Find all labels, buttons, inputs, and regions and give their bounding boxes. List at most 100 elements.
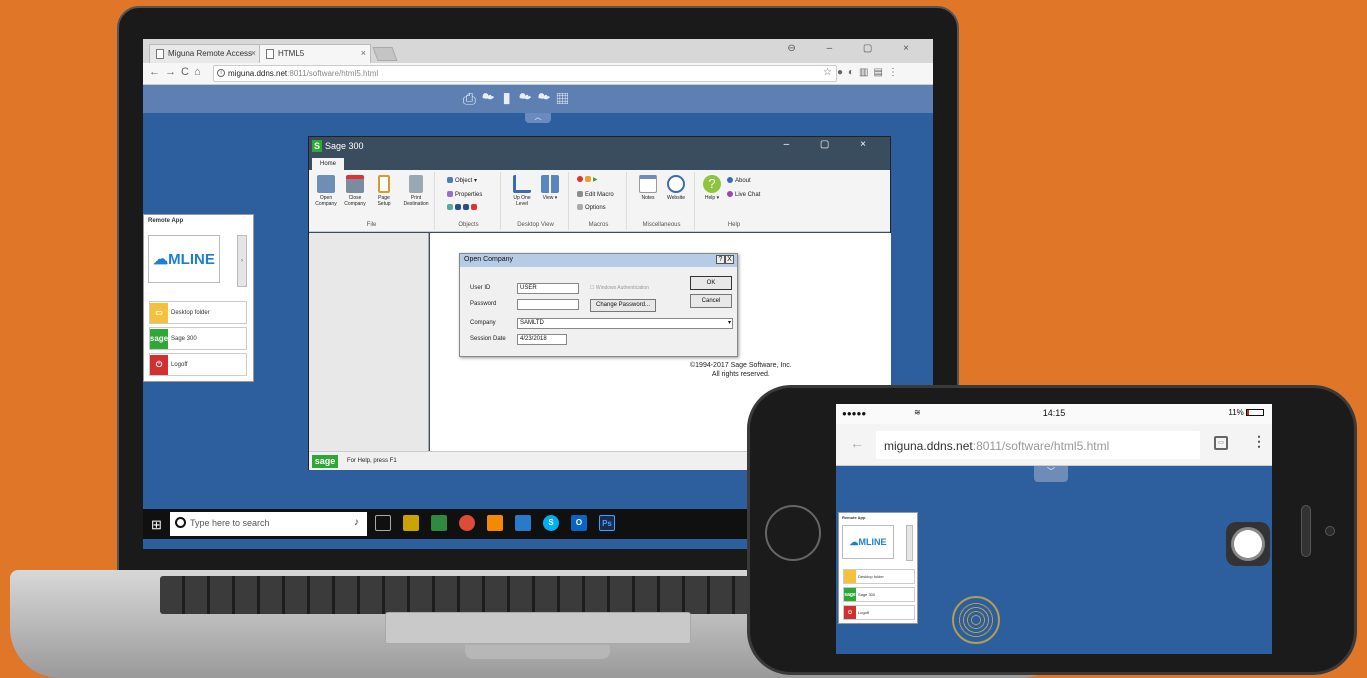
logo-text: MLINE xyxy=(168,250,215,268)
nav-buttons[interactable]: ←→C⌂ xyxy=(149,66,206,78)
battery-indicator: 11% xyxy=(1228,408,1264,417)
mline-logo: ☁ MLINE xyxy=(148,235,220,283)
microphone-icon[interactable]: ♪ xyxy=(354,517,359,528)
object-button[interactable]: Object ▾ xyxy=(447,177,477,184)
menu-dots-icon[interactable]: ⋮ xyxy=(1252,433,1266,450)
remote-app-panel: Remote App ☁ MLINE › ▭ Desktop folder sag… xyxy=(143,214,254,382)
panel-scrollbar[interactable] xyxy=(906,525,913,561)
session-date-field[interactable]: 4/23/2018 xyxy=(517,334,567,345)
view-button[interactable]: View ▾ xyxy=(537,175,563,201)
open-company-button[interactable]: Open Company xyxy=(313,175,339,207)
assistive-touch-button[interactable] xyxy=(1226,522,1270,566)
page-icon xyxy=(156,49,164,59)
sublime-icon[interactable] xyxy=(487,515,503,531)
taskbar-search-input[interactable]: Type here to search ♪ xyxy=(170,512,367,536)
button-label: Close Company xyxy=(344,195,366,207)
ribbon: Open Company Close Company Page Setup Pr… xyxy=(309,170,890,232)
close-company-button[interactable]: Close Company xyxy=(342,175,368,207)
user-id-field[interactable]: USER xyxy=(517,283,579,294)
item-label: Desktop folder xyxy=(171,309,210,316)
back-arrow-icon[interactable]: ← xyxy=(850,435,864,451)
phone-screen: ●●●●● ≋ 14:15 11% ← miguna.ddns.net:8011… xyxy=(836,404,1272,654)
close-icon[interactable]: × xyxy=(251,48,256,58)
company-value: SAMLTD xyxy=(520,320,544,326)
chevron-down-icon[interactable]: ﹀ xyxy=(1034,466,1068,482)
laptop-trackpad xyxy=(385,612,691,644)
vscode-icon[interactable] xyxy=(515,515,531,531)
windows-auth-checkbox[interactable]: ☐ Windows Authentication xyxy=(590,285,649,291)
notes-button[interactable]: Notes xyxy=(635,175,661,201)
chevron-up-icon[interactable]: ︿ xyxy=(525,113,551,123)
help-button[interactable]: ? xyxy=(716,255,725,264)
close-icon[interactable]: × xyxy=(361,48,366,58)
print-destination-button[interactable]: Print Destination xyxy=(400,175,432,207)
mobile-address-bar[interactable]: miguna.ddns.net:8011/software/html5.html xyxy=(876,431,1200,459)
properties-button[interactable]: Properties xyxy=(447,191,482,198)
tab-miguna-remote-access[interactable]: Miguna Remote Access × xyxy=(149,44,261,63)
dialog-titlebar: Open Company ? X xyxy=(460,254,737,267)
address-bar[interactable]: i miguna.ddns.net:8011/software/html5.ht… xyxy=(213,65,837,82)
copyright-notice: ©1994-2017 Sage Software, Inc. All right… xyxy=(690,361,792,379)
chevron-down-icon[interactable]: ▾ xyxy=(728,319,731,326)
help-button[interactable]: ? Help ▾ xyxy=(699,175,725,201)
panel-scrollbar[interactable]: › xyxy=(237,235,247,287)
password-label: Password xyxy=(470,301,497,307)
button-label: Print Destination xyxy=(403,195,429,207)
remote-app-item-logoff[interactable]: ⏻ Logoff xyxy=(843,605,915,620)
windows-start-icon[interactable]: ⊞ xyxy=(151,517,162,533)
remote-app-item-sage-300[interactable]: sage Sage 300 xyxy=(149,327,247,350)
remote-app-item-sage-300[interactable]: sage Sage 300 xyxy=(843,587,915,602)
skype-icon[interactable]: S xyxy=(543,515,559,531)
macro-controls[interactable]: ▶ xyxy=(577,176,598,183)
about-button[interactable]: About xyxy=(727,177,751,184)
remote-app-item-desktop-folder[interactable]: Desktop folder xyxy=(843,569,915,584)
remote-app-item-logoff[interactable]: ⏻ Logoff xyxy=(149,353,247,376)
button-label: Help xyxy=(704,195,716,201)
company-select[interactable]: SAMLTD ▾ xyxy=(517,318,733,329)
button-label: Object xyxy=(455,178,473,184)
outlook-icon[interactable]: O xyxy=(571,515,587,531)
laptop-notch xyxy=(465,645,610,659)
page-setup-button[interactable]: Page Setup xyxy=(371,175,397,207)
info-icon[interactable]: i xyxy=(217,69,225,77)
phone-home-button[interactable] xyxy=(765,505,821,561)
checkbox-label: Windows Authentication xyxy=(595,285,649,291)
close-button[interactable]: X xyxy=(725,255,734,264)
tab-html5[interactable]: HTML5 × xyxy=(259,44,371,63)
sage-window-controls[interactable]: – ▢ × xyxy=(784,139,880,150)
up-one-level-button[interactable]: Up One Level xyxy=(509,175,535,207)
button-label: Live Chat xyxy=(735,192,761,198)
extension-icons[interactable]: ☆●◐▥▤⋮ xyxy=(823,67,903,78)
object-tools[interactable] xyxy=(447,204,479,211)
task-view-icon[interactable] xyxy=(375,515,391,531)
live-chat-button[interactable]: Live Chat xyxy=(727,191,760,198)
page-setup-icon xyxy=(378,175,390,193)
button-label: Notes xyxy=(641,195,655,201)
change-password-button[interactable]: Change Password... xyxy=(590,299,656,312)
remote-app-item-desktop-folder[interactable]: ▭ Desktop folder xyxy=(149,301,247,324)
photoshop-icon[interactable]: Ps xyxy=(599,515,615,531)
ribbon-group-objects: Object ▾ Properties Objects xyxy=(437,172,501,230)
chrome-icon[interactable] xyxy=(459,515,475,531)
item-label: Logoff xyxy=(171,361,188,368)
remote-toolbar-icons[interactable]: ⎙☁▮☁☁▦ xyxy=(463,91,575,109)
window-controls[interactable]: ⊖ – ▢ × xyxy=(787,43,923,54)
password-field[interactable] xyxy=(517,299,579,310)
photos-icon[interactable] xyxy=(431,515,447,531)
cancel-button[interactable]: Cancel xyxy=(690,294,732,308)
fingerprint-icon[interactable] xyxy=(952,596,1000,644)
object-icon xyxy=(447,177,453,183)
new-tab-button[interactable] xyxy=(372,47,398,61)
sage-title: Sage 300 xyxy=(325,141,364,151)
ribbon-group-miscellaneous: Notes Website Miscellaneous xyxy=(629,172,695,230)
edit-macro-button[interactable]: Edit Macro xyxy=(577,191,614,198)
ok-button[interactable]: OK xyxy=(690,276,732,290)
options-button[interactable]: Options xyxy=(577,204,606,211)
tab-home[interactable]: Home xyxy=(312,158,344,170)
laptop-keyboard xyxy=(160,576,760,614)
phone-camera xyxy=(1325,526,1335,536)
tab-switcher-icon[interactable]: ▭ xyxy=(1214,436,1228,450)
ribbon-group-desktop-view: Up One Level View ▾ Desktop View xyxy=(503,172,569,230)
website-button[interactable]: Website xyxy=(663,175,689,201)
winamp-icon[interactable] xyxy=(403,515,419,531)
